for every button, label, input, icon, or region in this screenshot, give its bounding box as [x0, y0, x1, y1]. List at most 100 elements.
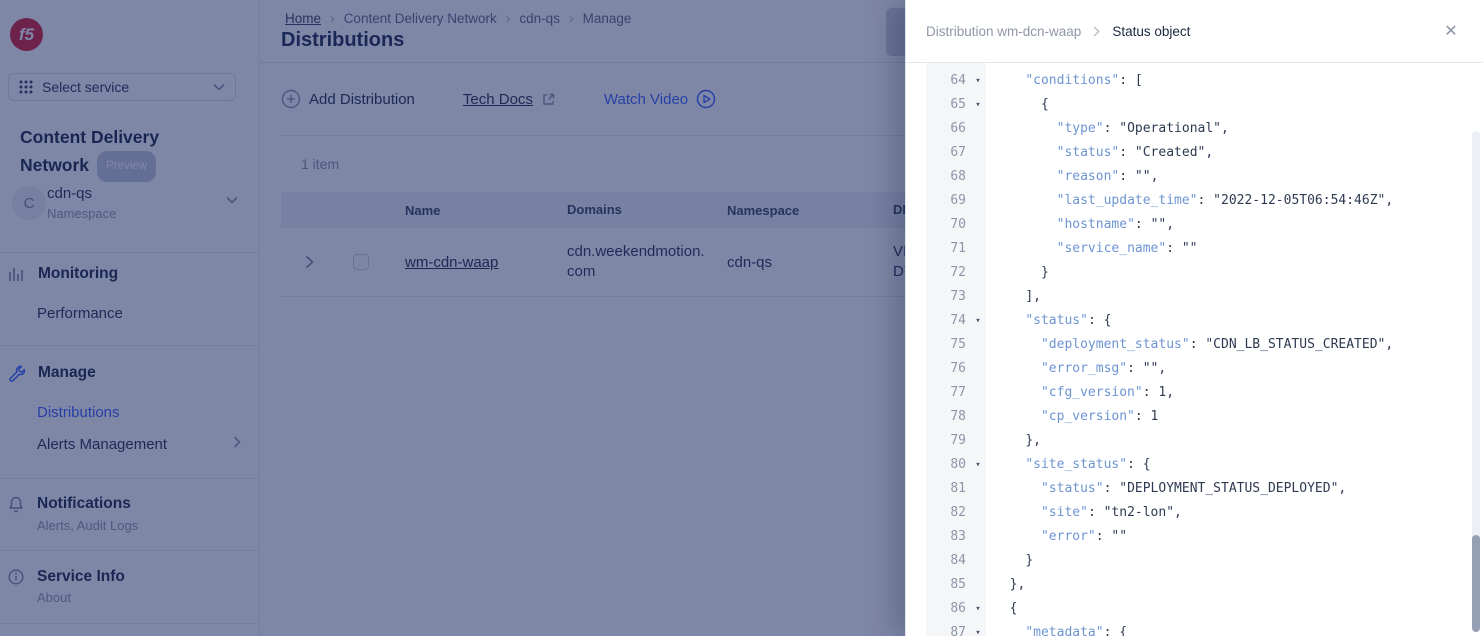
panel-header: Distribution wm-dcn-waap Status object ✕ [906, 0, 1483, 63]
collapse-toggle-icon[interactable]: ▾ [970, 93, 986, 117]
code-line: 81 "status": "DEPLOYMENT_STATUS_DEPLOYED… [906, 477, 1483, 501]
line-number: 75 [926, 333, 970, 357]
code-lines: 64▾ "conditions": [65▾ {66 "type": "Oper… [906, 69, 1483, 636]
code-line: 83 "error": "" [906, 525, 1483, 549]
code-text: "error_msg": "", [994, 357, 1166, 381]
gutter-spacer [970, 165, 986, 189]
code-text: "cfg_version": 1, [994, 381, 1174, 405]
code-line: 77 "cfg_version": 1, [906, 381, 1483, 405]
code-text: } [994, 549, 1033, 573]
code-text: }, [994, 429, 1041, 453]
code-line: 76 "error_msg": "", [906, 357, 1483, 381]
code-line: 68 "reason": "", [906, 165, 1483, 189]
code-line: 65▾ { [906, 93, 1483, 117]
gutter-spacer [970, 573, 986, 597]
code-line: 82 "site": "tn2-lon", [906, 501, 1483, 525]
app-window: f5 Select service Content Delivery Netwo… [0, 0, 1483, 636]
gutter-spacer [970, 357, 986, 381]
code-text: "last_update_time": "2022-12-05T06:54:46… [994, 189, 1393, 213]
code-text: }, [994, 573, 1025, 597]
collapse-toggle-icon[interactable]: ▾ [970, 621, 986, 636]
line-number: 76 [926, 357, 970, 381]
line-number: 81 [926, 477, 970, 501]
code-line: 67 "status": "Created", [906, 141, 1483, 165]
line-number: 71 [926, 237, 970, 261]
code-line: 66 "type": "Operational", [906, 117, 1483, 141]
collapse-toggle-icon[interactable]: ▾ [970, 309, 986, 333]
code-line: 87▾ "metadata": { [906, 621, 1483, 636]
code-text: "deployment_status": "CDN_LB_STATUS_CREA… [994, 333, 1393, 357]
panel-breadcrumb-current: Status object [1112, 24, 1190, 39]
json-code-viewer: 64▾ "conditions": [65▾ {66 "type": "Oper… [906, 63, 1483, 636]
code-text: "error": "" [994, 525, 1127, 549]
gutter-spacer [970, 117, 986, 141]
code-line: 69 "last_update_time": "2022-12-05T06:54… [906, 189, 1483, 213]
code-line: 70 "hostname": "", [906, 213, 1483, 237]
gutter-spacer [970, 381, 986, 405]
status-object-panel: Distribution wm-dcn-waap Status object ✕… [905, 0, 1483, 636]
line-number: 74 [926, 309, 970, 333]
code-text: ], [994, 285, 1041, 309]
gutter-spacer [970, 213, 986, 237]
code-text: "status": { [994, 309, 1111, 333]
code-text: { [994, 597, 1017, 621]
scrollbar-thumb[interactable] [1472, 535, 1480, 632]
code-text: "type": "Operational", [994, 117, 1229, 141]
line-number: 86 [926, 597, 970, 621]
gutter-spacer [970, 501, 986, 525]
line-number: 65 [926, 93, 970, 117]
scrollbar-track [1472, 131, 1480, 632]
line-number: 82 [926, 501, 970, 525]
gutter-spacer [970, 525, 986, 549]
gutter-spacer [970, 237, 986, 261]
line-number: 70 [926, 213, 970, 237]
code-line: 79 }, [906, 429, 1483, 453]
gutter-spacer [970, 285, 986, 309]
gutter-spacer [970, 429, 986, 453]
code-text: "cp_version": 1 [994, 405, 1158, 429]
code-text: "hostname": "", [994, 213, 1174, 237]
line-number: 79 [926, 429, 970, 453]
line-number: 80 [926, 453, 970, 477]
gutter-spacer [970, 549, 986, 573]
gutter-spacer [970, 189, 986, 213]
close-icon[interactable]: ✕ [1441, 21, 1461, 41]
code-line: 84 } [906, 549, 1483, 573]
line-number: 83 [926, 525, 970, 549]
line-number: 67 [926, 141, 970, 165]
code-line: 75 "deployment_status": "CDN_LB_STATUS_C… [906, 333, 1483, 357]
code-text: "conditions": [ [994, 69, 1143, 93]
collapse-toggle-icon[interactable]: ▾ [970, 69, 986, 93]
code-line: 73 ], [906, 285, 1483, 309]
gutter-spacer [970, 333, 986, 357]
code-text: "site": "tn2-lon", [994, 501, 1182, 525]
code-line: 86▾ { [906, 597, 1483, 621]
code-line: 74▾ "status": { [906, 309, 1483, 333]
code-line: 78 "cp_version": 1 [906, 405, 1483, 429]
line-number: 84 [926, 549, 970, 573]
code-line: 64▾ "conditions": [ [906, 69, 1483, 93]
line-number: 72 [926, 261, 970, 285]
code-line: 85 }, [906, 573, 1483, 597]
chevron-right-icon [1093, 26, 1100, 37]
code-text: "metadata": { [994, 621, 1127, 636]
line-number: 66 [926, 117, 970, 141]
code-text: "status": "DEPLOYMENT_STATUS_DEPLOYED", [994, 477, 1346, 501]
code-line: 80▾ "site_status": { [906, 453, 1483, 477]
code-text: "service_name": "" [994, 237, 1198, 261]
line-number: 78 [926, 405, 970, 429]
collapse-toggle-icon[interactable]: ▾ [970, 597, 986, 621]
gutter-spacer [970, 261, 986, 285]
gutter-spacer [970, 405, 986, 429]
gutter-spacer [970, 141, 986, 165]
code-text: } [994, 261, 1049, 285]
line-number: 85 [926, 573, 970, 597]
line-number: 73 [926, 285, 970, 309]
line-number: 68 [926, 165, 970, 189]
code-text: { [994, 93, 1049, 117]
collapse-toggle-icon[interactable]: ▾ [970, 453, 986, 477]
panel-breadcrumb-parent: Distribution wm-dcn-waap [926, 24, 1081, 39]
line-number: 87 [926, 621, 970, 636]
code-text: "site_status": { [994, 453, 1151, 477]
line-number: 69 [926, 189, 970, 213]
